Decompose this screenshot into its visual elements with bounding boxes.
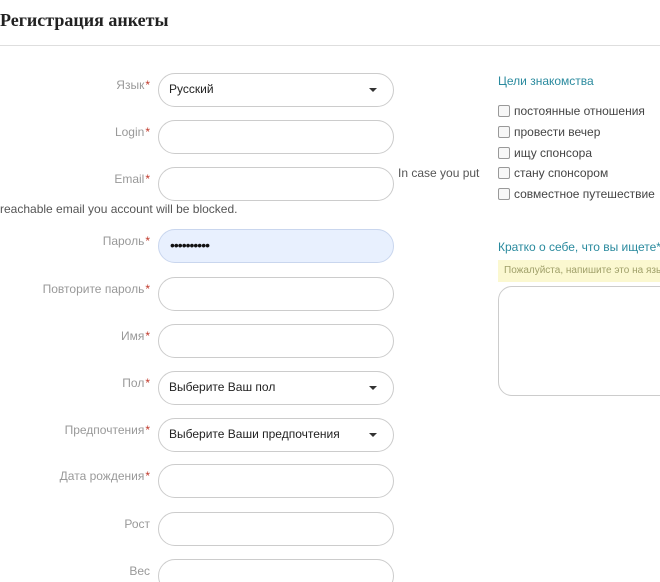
required-mark: * [145, 329, 150, 343]
weight-label: Вес [129, 564, 150, 578]
language-select-value: Русский [169, 82, 214, 96]
goal-label: ищу спонсора [514, 146, 592, 160]
header-divider [0, 45, 660, 46]
chevron-down-icon [369, 88, 377, 92]
required-mark: * [145, 376, 150, 390]
password-row: Пароль* •••••••••• [0, 229, 480, 265]
email-note-continued: reachable email you account will be bloc… [0, 202, 238, 216]
required-mark: * [145, 423, 150, 437]
name-row: Имя* [0, 324, 480, 360]
gender-row: Пол* Выберите Ваш пол [0, 371, 480, 407]
password-label: Пароль [102, 234, 145, 248]
goal-checkbox[interactable] [498, 147, 510, 159]
login-input[interactable] [158, 120, 394, 154]
birthdate-input[interactable] [158, 464, 394, 498]
goal-label: провести вечер [514, 125, 601, 139]
preferences-row: Предпочтения* Выберите Ваши предпочтения [0, 418, 480, 454]
email-input[interactable] [158, 167, 394, 201]
height-input[interactable] [158, 512, 394, 546]
height-row: Рост [0, 512, 480, 548]
preferences-select[interactable]: Выберите Ваши предпочтения [158, 418, 394, 452]
language-row: Язык* Русский [0, 73, 480, 109]
language-label: Язык [116, 78, 145, 92]
goal-label: стану спонсором [514, 166, 609, 180]
birthdate-row: Дата рождения* [0, 464, 480, 500]
gender-select[interactable]: Выберите Ваш пол [158, 371, 394, 405]
required-mark: * [145, 234, 150, 248]
page-title: Регистрация анкеты [0, 10, 169, 30]
goal-label: постоянные отношения [514, 104, 645, 118]
goal-label: совместное путешествие [514, 187, 655, 201]
about-hint: Пожалуйста, напишите это на языке [504, 265, 660, 276]
password-input[interactable]: •••••••••• [158, 229, 394, 263]
preferences-label: Предпочтения [64, 423, 145, 437]
chevron-down-icon [369, 433, 377, 437]
required-mark: * [145, 282, 150, 296]
name-input[interactable] [158, 324, 394, 358]
about-textarea[interactable] [498, 286, 660, 396]
height-label: Рост [124, 517, 150, 531]
goal-checkbox[interactable] [498, 126, 510, 138]
about-heading: Кратко о себе, что вы ищете* [498, 240, 660, 254]
password-repeat-input[interactable] [158, 277, 394, 311]
gender-select-value: Выберите Ваш пол [169, 380, 276, 394]
login-row: Login* [0, 120, 480, 156]
goal-checkbox[interactable] [498, 105, 510, 117]
weight-row: Вес [0, 559, 480, 582]
chevron-down-icon [369, 386, 377, 390]
birthdate-label: Дата рождения [59, 469, 145, 483]
weight-input[interactable] [158, 559, 394, 582]
required-mark: * [145, 469, 150, 483]
login-label: Login [114, 125, 145, 139]
password-repeat-label: Повторите пароль [42, 282, 145, 296]
preferences-select-value: Выберите Ваши предпочтения [169, 427, 340, 441]
name-label: Имя [120, 329, 145, 343]
goal-checkbox[interactable] [498, 188, 510, 200]
required-mark: * [145, 78, 150, 92]
language-select[interactable]: Русский [158, 73, 394, 107]
goals-heading: Цели знакомства [498, 74, 594, 88]
goal-checkbox[interactable] [498, 167, 510, 179]
required-mark: * [145, 172, 150, 186]
email-label: Email [114, 172, 145, 186]
gender-label: Пол [122, 376, 145, 390]
password-value: •••••••••• [170, 237, 210, 253]
email-note: In case you put [398, 166, 480, 180]
about-hint-box: Пожалуйста, напишите это на языке [498, 260, 660, 282]
password-repeat-row: Повторите пароль* [0, 277, 480, 313]
required-mark: * [145, 125, 150, 139]
